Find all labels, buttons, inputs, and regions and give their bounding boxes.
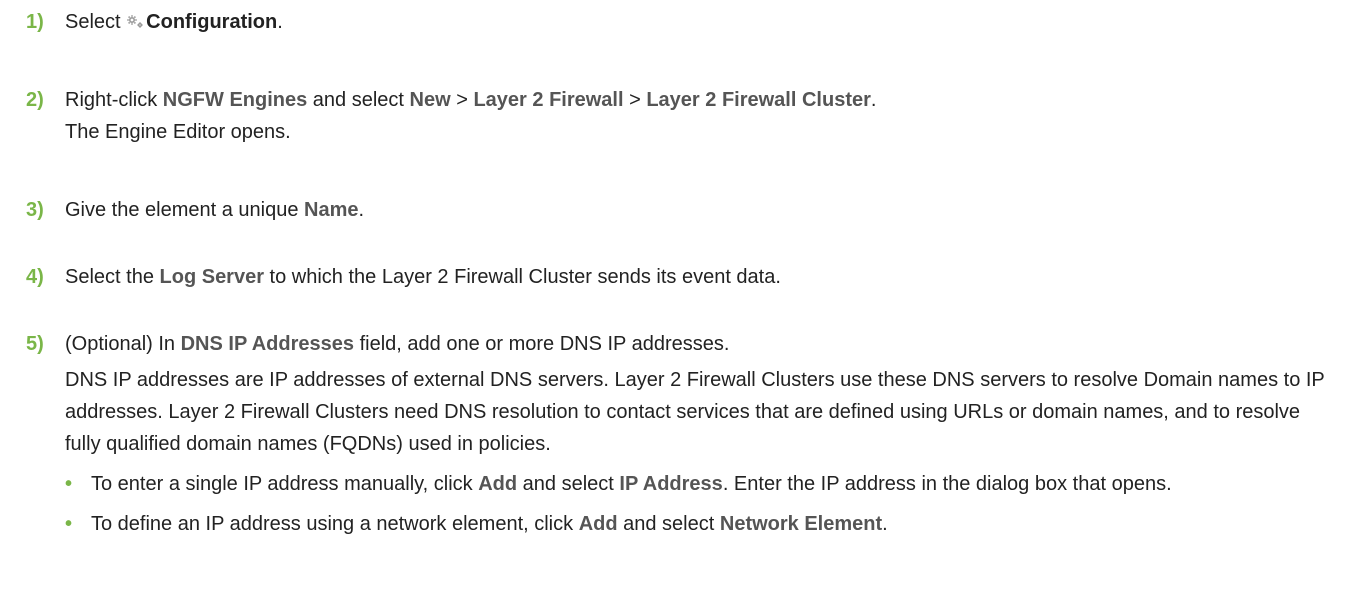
ui-term-ip-address: IP Address (619, 473, 723, 495)
step-3: 3) Give the element a unique Name. (26, 194, 1328, 226)
step-text: Right-click NGFW Engines and select New … (65, 89, 877, 111)
ui-term-ngfw-engines: NGFW Engines (162, 89, 308, 111)
bullet-dot: • (65, 473, 73, 495)
ui-term-dns-ip-addresses: DNS IP Addresses (180, 333, 355, 355)
bullet-item: • To define an IP address using a network… (65, 508, 1328, 540)
step-text: Give the element a unique Name. (65, 199, 365, 221)
ui-term-configuration: Configuration (146, 11, 278, 33)
step-number: 2) (26, 89, 44, 111)
ui-term-add: Add (578, 513, 618, 535)
step-result: The Engine Editor opens. (65, 121, 291, 143)
step-4: 4) Select the Log Server to which the La… (26, 261, 1328, 293)
step-number: 5) (26, 333, 44, 355)
ui-term-layer-2-firewall: Layer 2 Firewall (473, 89, 624, 111)
step-number: 4) (26, 266, 44, 288)
bullet-item: • To enter a single IP address manually, … (65, 468, 1328, 500)
ui-term-log-server: Log Server (159, 266, 264, 288)
ui-term-layer-2-firewall-cluster: Layer 2 Firewall Cluster (646, 89, 871, 111)
step-text: Select the Log Server to which the Layer… (65, 266, 781, 288)
ui-term-name: Name (304, 199, 359, 221)
step-number: 1) (26, 11, 44, 33)
step-explanation: DNS IP addresses are IP addresses of ext… (65, 369, 1325, 455)
step-number: 3) (26, 199, 44, 221)
step-text: Select Configuration. (65, 11, 283, 33)
step-2: 2) Right-click NGFW Engines and select N… (26, 84, 1328, 148)
ui-term-network-element: Network Element (719, 513, 883, 535)
step-text: (Optional) In DNS IP Addresses field, ad… (65, 333, 730, 355)
step-5: 5) (Optional) In DNS IP Addresses field,… (26, 328, 1328, 540)
ui-term-add: Add (478, 473, 518, 495)
step-1: 1) Select Configuration. (26, 6, 1328, 38)
ui-term-new: New (409, 89, 451, 111)
gear-icon (127, 15, 143, 28)
bullet-dot: • (65, 513, 73, 535)
